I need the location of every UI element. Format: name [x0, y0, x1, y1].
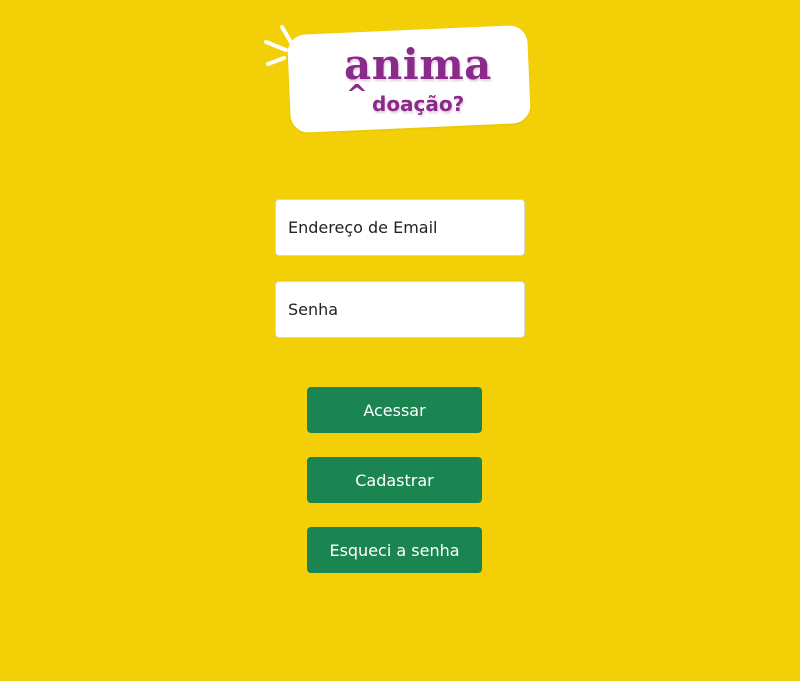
login-page: anima ^ doação? Acessar Cadastrar Esquec… [0, 0, 800, 681]
app-logo: anima ^ doação? [262, 22, 534, 134]
register-button[interactable]: Cadastrar [307, 457, 482, 503]
logo-accent-mark: ^ [346, 80, 368, 110]
email-field[interactable] [275, 199, 525, 256]
logo-subtitle: doação? [372, 92, 465, 116]
forgot-password-button[interactable]: Esqueci a senha [307, 527, 482, 573]
password-field[interactable] [275, 281, 525, 338]
login-button[interactable]: Acessar [307, 387, 482, 433]
